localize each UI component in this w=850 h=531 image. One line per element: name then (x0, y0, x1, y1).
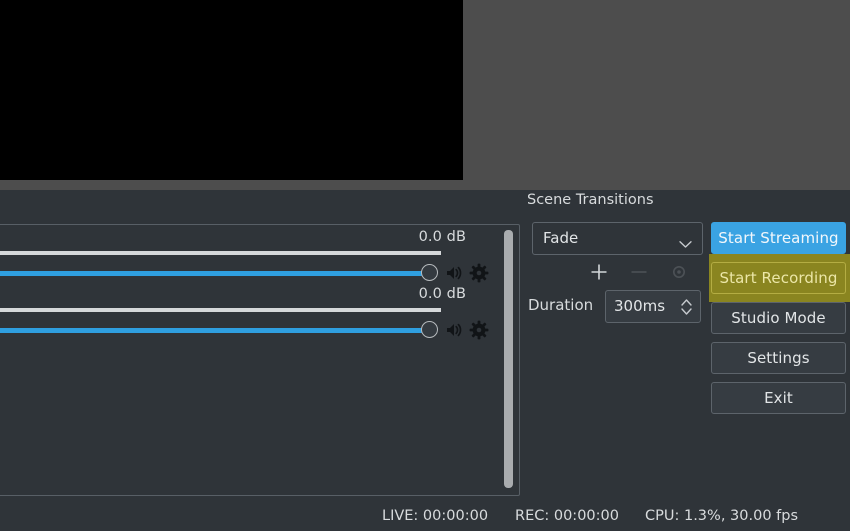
plus-icon[interactable] (590, 263, 608, 281)
dock-region: 0.0 dB 0.0 dB Scene Transitions Fade Dur… (0, 190, 850, 500)
program-preview-canvas[interactable] (0, 0, 463, 180)
status-live-time: LIVE: 00:00:00 (382, 508, 489, 524)
volume-slider-handle[interactable] (421, 264, 438, 281)
controls-panel: Start Streaming Start Recording Studio M… (710, 190, 850, 500)
volume-db-label: 0.0 dB (418, 286, 466, 302)
volume-slider-groove[interactable] (0, 271, 431, 276)
audio-mixer-track: 0.0 dB (0, 229, 499, 286)
exit-button[interactable]: Exit (711, 382, 846, 414)
status-rec-time: REC: 00:00:00 (515, 508, 619, 524)
volume-slider-row[interactable] (0, 260, 499, 286)
gear-icon[interactable] (670, 263, 688, 281)
gear-icon[interactable] (469, 263, 489, 283)
gear-icon[interactable] (469, 320, 489, 340)
transition-tools (532, 260, 703, 288)
speaker-icon[interactable] (444, 263, 464, 283)
transition-select[interactable]: Fade (532, 222, 703, 255)
chevron-down-icon (679, 234, 692, 248)
status-bar: LIVE: 00:00:00 REC: 00:00:00 CPU: 1.3%, … (0, 500, 850, 531)
studio-mode-button[interactable]: Studio Mode (711, 302, 846, 334)
transition-select-value: Fade (543, 229, 579, 247)
start-recording-button-highlighted[interactable]: Start Recording (711, 262, 846, 294)
audio-mixer-track: 0.0 dB (0, 286, 499, 343)
duration-spinbox[interactable]: 300ms (605, 290, 701, 323)
obs-main-window: 0.0 dB 0.0 dB Scene Transitions Fade Dur… (0, 0, 850, 531)
audio-mixer-scroll-area: 0.0 dB 0.0 dB (0, 225, 499, 495)
audio-mixer-panel: 0.0 dB 0.0 dB (0, 224, 520, 496)
duration-value: 300ms (614, 297, 666, 315)
scene-transitions-panel: Scene Transitions Fade Duration 300ms (525, 190, 710, 500)
spinner-arrows-icon[interactable] (680, 297, 693, 317)
settings-button[interactable]: Settings (711, 342, 846, 374)
volume-db-label: 0.0 dB (418, 229, 466, 245)
duration-label: Duration (528, 296, 594, 314)
minus-icon[interactable] (630, 263, 648, 281)
start-streaming-button[interactable]: Start Streaming (711, 222, 846, 254)
scene-transitions-title: Scene Transitions (527, 192, 654, 208)
volume-slider-row[interactable] (0, 317, 499, 343)
start-recording-highlight: Start Recording (709, 254, 850, 302)
speaker-icon[interactable] (444, 320, 464, 340)
mixer-scrollbar-thumb[interactable] (504, 230, 513, 488)
volume-meter (0, 308, 441, 312)
mixer-scrollbar[interactable] (502, 228, 514, 492)
preview-area (0, 0, 850, 190)
status-cpu-fps: CPU: 1.3%, 30.00 fps (645, 508, 799, 524)
volume-meter (0, 251, 441, 255)
transition-duration-row: Duration 300ms (527, 290, 710, 323)
volume-slider-handle[interactable] (421, 321, 438, 338)
volume-slider-groove[interactable] (0, 328, 431, 333)
